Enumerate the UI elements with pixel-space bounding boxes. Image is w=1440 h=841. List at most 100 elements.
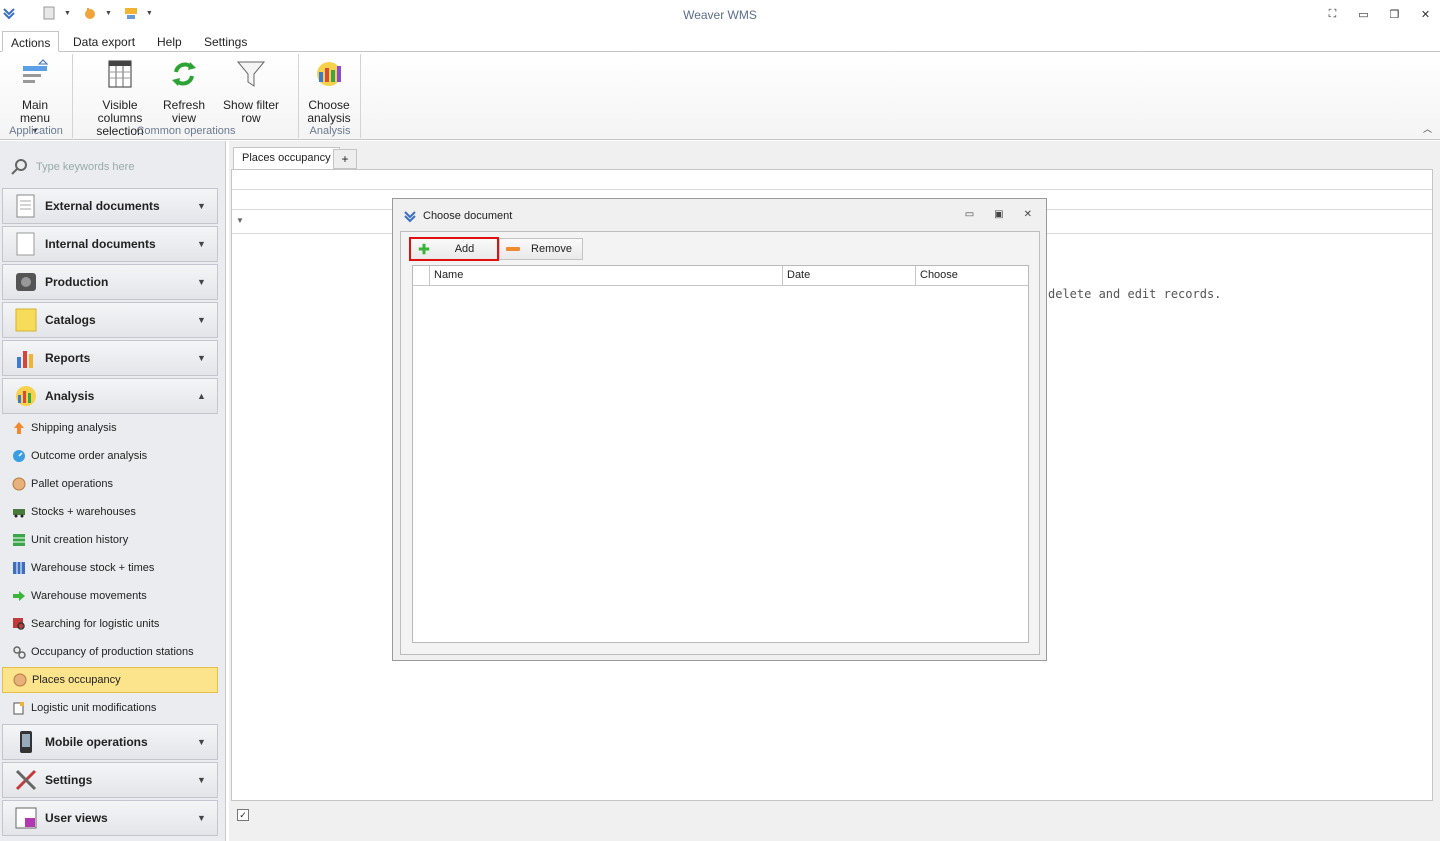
nav-item-places-occupancy[interactable]: Places occupancy [2,667,218,693]
ribbon: Main menu ▼ Application Visible columns … [0,52,1440,140]
minimize-icon[interactable]: ▭ [965,209,974,220]
nav-item-occupancy-production-stations[interactable]: Occupancy of production stations [2,639,218,665]
filter-icon [236,61,266,87]
nav-item-warehouse-stock-times[interactable]: Warehouse stock + times [2,555,218,581]
maximize-icon[interactable]: ▣ [994,209,1003,220]
nav-group-production[interactable]: Production ▼ [2,264,218,300]
tab-settings[interactable]: Settings [196,31,255,52]
tab-places-occupancy[interactable]: Places occupancy [233,147,340,169]
search-units-icon [13,618,25,630]
show-filter-row-button[interactable]: Show filter row [212,58,290,125]
nav-group-settings[interactable]: Settings ▼ [2,762,218,798]
nav-item-logistic-unit-modifications[interactable]: Logistic unit modifications [2,695,218,721]
table-columns-icon [108,60,132,88]
tab-help[interactable]: Help [149,31,190,52]
tools-icon [15,769,37,791]
nav-item-pallet-operations[interactable]: Pallet operations [2,471,218,497]
chevron-down-icon: ▼ [197,353,206,363]
nav-item-searching-logistic-units[interactable]: Searching for logistic units [2,611,218,637]
chevron-down-icon: ▼ [197,737,206,747]
fullscreen-icon[interactable]: ⛶ [1324,6,1341,23]
nav-item-outcome-order-analysis[interactable]: Outcome order analysis [2,443,218,469]
analysis-icon [16,386,36,406]
group-separator [360,54,361,138]
minimize-icon[interactable]: ▭ [1355,6,1372,23]
external-documents-icon [16,194,35,218]
document-edit-icon [13,702,24,715]
arrow-right-icon [13,591,25,601]
plus-icon [418,243,430,255]
reports-icon [17,351,33,368]
nav-group-user-views[interactable]: User views ▼ [2,800,218,836]
nav-item-stocks-warehouses[interactable]: Stocks + warehouses [2,499,218,525]
refresh-view-button[interactable]: Refresh view [160,58,208,125]
dialog-body: Add Remove Name Date Choose [400,231,1040,655]
grid-header: Name Date Choose [413,266,1028,286]
production-icon [16,273,36,291]
analysis-icon [317,62,341,86]
choose-document-dialog: Choose document ▭ ▣ ✕ Add Remove Name Da… [392,198,1047,661]
gauge-icon [13,450,25,462]
refresh-icon [172,62,196,86]
main-menu-icon [23,59,49,83]
chevron-down-icon: ▼ [197,813,206,823]
filter-icon[interactable]: ▼ [236,216,244,225]
search-box[interactable]: Type keywords here [10,157,210,177]
nav-group-internal-documents[interactable]: Internal documents ▼ [2,226,218,262]
group-label-analysis: Analysis [309,125,351,137]
group-separator [298,54,299,138]
group-label-common: Common operations [136,125,236,137]
column-header-date[interactable]: Date [782,266,915,286]
chevron-down-icon: ▼ [197,201,206,211]
empty-grid-message: delete and edit records. [1048,287,1222,301]
footer-checkbox[interactable]: ✓ [237,809,249,821]
green-table-icon [13,534,25,546]
mobile-icon [20,731,32,753]
collapse-ribbon-icon[interactable]: ︿ [1423,122,1432,135]
ribbon-tabs: Actions Data export Help Settings [0,31,1440,52]
tab-actions[interactable]: Actions [2,31,60,52]
nav-group-mobile-operations[interactable]: Mobile operations ▼ [2,724,218,760]
pallet-icon [13,673,27,687]
pallet-icon [12,477,26,491]
nav-group-analysis[interactable]: Analysis ▲ [2,378,218,414]
app-logo-icon [404,211,416,223]
truck-icon [13,509,25,518]
title-bar: ▼ ▼ ▼ Weaver WMS ⛶ ▭ ❐ ✕ [0,0,1440,30]
dialog-window-controls: ▭ ▣ ✕ [965,209,1032,220]
column-header-choose[interactable]: Choose [915,266,1028,286]
restore-icon[interactable]: ❐ [1386,6,1403,23]
user-views-icon [15,807,37,829]
group-separator [72,54,73,138]
add-button[interactable]: Add [409,237,499,261]
app-title: Weaver WMS [683,8,757,22]
nav-item-shipping-analysis[interactable]: Shipping analysis [2,415,218,441]
internal-documents-icon [16,232,35,256]
remove-button[interactable]: Remove [499,238,583,260]
chevron-down-icon: ▼ [197,277,206,287]
catalogs-icon [15,308,37,332]
dialog-title: Choose document [423,210,513,222]
chevron-down-icon: ▼ [197,315,206,325]
close-icon[interactable]: ✕ [1417,6,1434,23]
search-placeholder: Type keywords here [36,161,135,173]
row-indicator-header [413,266,429,286]
search-icon [11,159,27,175]
chevron-down-icon: ▼ [197,239,206,249]
dialog-title-bar: Choose document [403,209,512,223]
blue-grid-icon [13,562,25,574]
choose-analysis-button[interactable]: Choose analysis [302,58,356,125]
tab-data-export[interactable]: Data export [65,31,143,52]
close-icon[interactable]: ✕ [1024,209,1032,220]
nav-group-reports[interactable]: Reports ▼ [2,340,218,376]
nav-item-unit-creation-history[interactable]: Unit creation history [2,527,218,553]
minus-icon [506,247,520,251]
chevron-down-icon: ▼ [197,775,206,785]
column-header-name[interactable]: Name [429,266,782,286]
nav-group-external-documents[interactable]: External documents ▼ [2,188,218,224]
nav-item-warehouse-movements[interactable]: Warehouse movements [2,583,218,609]
group-panel [232,170,1432,190]
nav-group-catalogs[interactable]: Catalogs ▼ [2,302,218,338]
arrow-up-icon [14,422,24,434]
add-tab-button[interactable]: + [333,149,357,169]
